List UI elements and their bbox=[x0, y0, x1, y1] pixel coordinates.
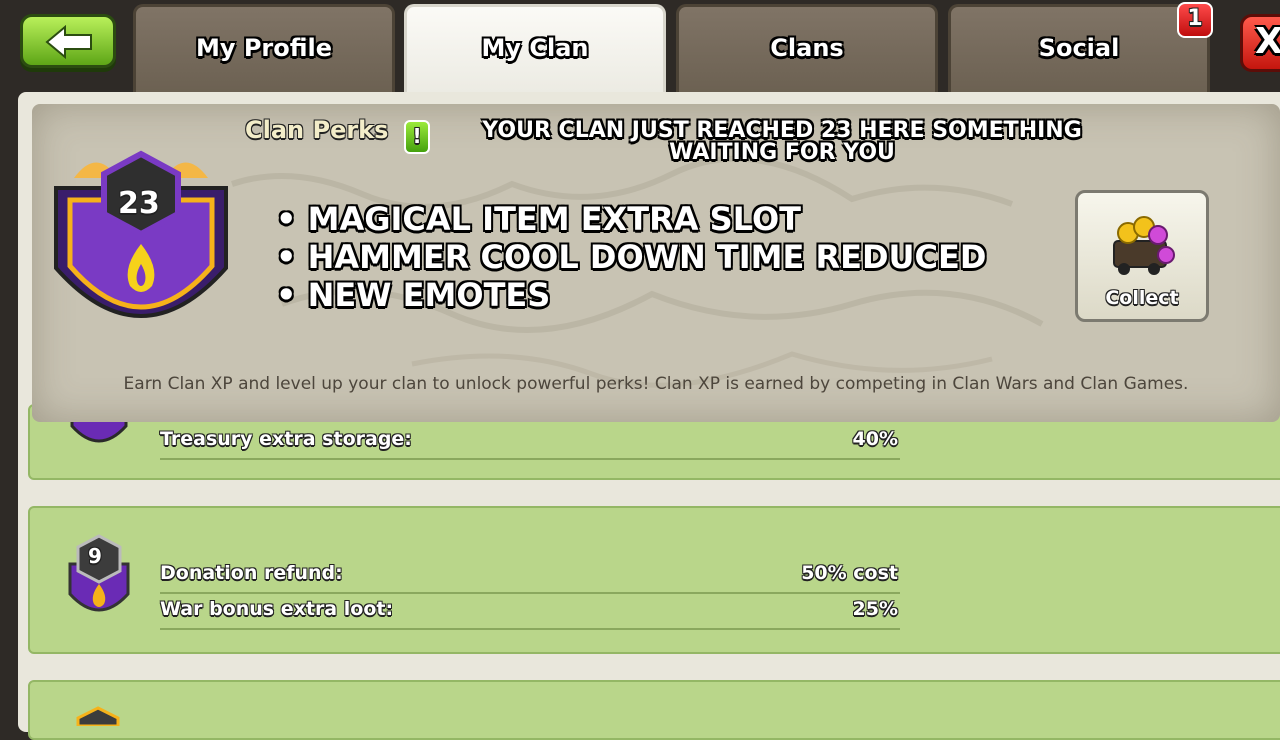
back-button[interactable] bbox=[20, 14, 116, 68]
perk-value: 50% cost bbox=[801, 562, 898, 584]
clan-level-number: 23 bbox=[118, 186, 160, 221]
clan-level-small: 9 bbox=[88, 544, 102, 568]
perk-label: Donation refund: bbox=[160, 562, 343, 584]
perk-value: 25% bbox=[852, 598, 898, 620]
headline-text: YOUR CLAN JUST REACHED 23 HERE SOMETHING… bbox=[482, 118, 1082, 165]
perk-bullets: • MAGICAL ITEM EXTRA SLOT • HAMMER COOL … bbox=[276, 200, 986, 314]
close-icon: X bbox=[1255, 21, 1280, 62]
perk-value: 40% bbox=[852, 428, 898, 450]
tab-social[interactable]: Social bbox=[948, 4, 1210, 92]
close-button[interactable]: X bbox=[1240, 14, 1280, 72]
clan-level-badge-icon bbox=[54, 150, 228, 318]
perk-label: Treasury extra storage: bbox=[160, 428, 412, 450]
perk-item: War bonus extra loot: 25% bbox=[160, 592, 900, 630]
notification-badge: 1 bbox=[1177, 2, 1213, 38]
perk-bullet: • MAGICAL ITEM EXTRA SLOT bbox=[276, 200, 801, 238]
perk-label: War bonus extra loot: bbox=[160, 598, 394, 620]
perk-bullet: • HAMMER COOL DOWN TIME REDUCED bbox=[276, 238, 987, 276]
clan-perks-title: Clan Perks bbox=[245, 116, 389, 144]
info-icon[interactable]: ! bbox=[404, 120, 430, 154]
clan-badge-icon bbox=[76, 706, 120, 726]
clan-perks-banner: 23 Clan Perks ! YOUR CLAN JUST REACHED 2… bbox=[32, 104, 1280, 422]
loot-cart-icon bbox=[1113, 216, 1175, 275]
clan-xp-description: Earn Clan XP and level up your clan to u… bbox=[123, 374, 1189, 394]
tab-clans[interactable]: Clans bbox=[676, 4, 938, 92]
back-arrow-icon bbox=[45, 25, 92, 59]
tab-my-clan[interactable]: My Clan bbox=[404, 4, 666, 92]
collect-button[interactable]: Collect bbox=[1075, 190, 1209, 322]
collect-label: Collect bbox=[1105, 287, 1179, 309]
perk-bullet: • NEW EMOTES bbox=[276, 276, 551, 314]
perk-row bbox=[28, 680, 1280, 740]
perk-item: Donation refund: 50% cost bbox=[160, 556, 900, 594]
perk-row: 9 Donation refund: 50% cost War bonus ex… bbox=[28, 506, 1280, 654]
tab-my-profile[interactable]: My Profile bbox=[133, 4, 395, 92]
perk-item: Treasury extra storage: 40% bbox=[160, 422, 900, 460]
